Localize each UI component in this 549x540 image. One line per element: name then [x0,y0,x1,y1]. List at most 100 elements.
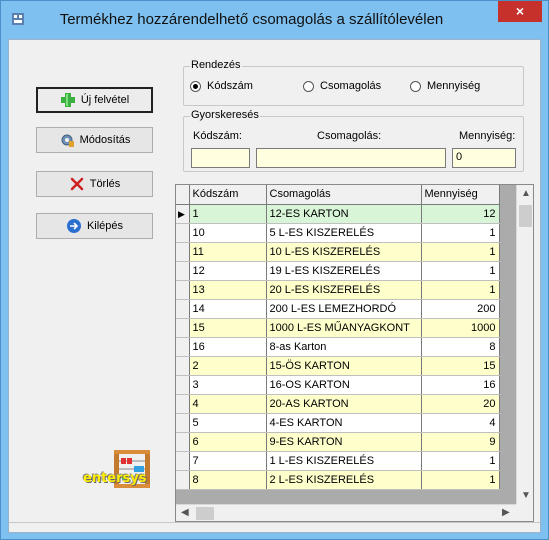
cell-kodszam[interactable]: 12 [189,261,267,281]
sort-option-csomagolas[interactable]: Csomagolás [303,80,381,92]
row-indicator[interactable] [176,375,190,395]
cell-csomagolas[interactable]: 15-ÖS KARTON [266,356,422,376]
cell-csomagolas[interactable]: 200 L-ES LEMEZHORDÓ [266,299,422,319]
cell-kodszam[interactable]: 11 [189,242,267,262]
new-record-button[interactable]: Új felvétel [36,87,153,113]
sort-group: Rendezés Kódszám Csomagolás Mennyiség [183,59,524,106]
cell-csomagolas[interactable]: 1 L-ES KISZERELÉS [266,451,422,471]
cell-mennyiseg[interactable]: 1000 [421,318,500,338]
close-button[interactable]: × [498,1,542,22]
table-row[interactable]: 13 20 L-ES KISZERELÉS 1 [176,280,500,300]
cell-kodszam[interactable]: 5 [189,413,267,433]
delete-button[interactable]: Törlés [36,171,153,197]
table-row[interactable]: 82 L-ES KISZERELÉS 1 [176,470,500,490]
table-row[interactable]: 5 4-ES KARTON 4 [176,413,500,433]
row-indicator[interactable] [176,451,190,471]
cell-kodszam[interactable]: 4 [189,394,267,414]
menny-search-input[interactable]: 0 [452,148,516,168]
data-grid[interactable]: Kódszám Csomagolás Mennyiség ▶ 1 12-ES KAR… [175,184,534,522]
table-row[interactable]: ▶ 1 12-ES KARTON 12 [176,204,500,224]
row-indicator[interactable] [176,432,190,452]
cell-csomagolas[interactable]: 20-AS KARTON [266,394,422,414]
row-indicator[interactable]: ▶ [176,204,190,224]
cell-mennyiseg[interactable]: 1 [421,451,500,471]
table-row[interactable]: 12 19 L-ES KISZERELÉS 1 [176,261,500,281]
cell-csomagolas[interactable]: 9-ES KARTON [266,432,422,452]
vertical-scroll-thumb[interactable] [519,205,532,227]
table-row[interactable]: 15 1000 L-ES MŰANYAGKONT 1000 [176,318,500,338]
cell-kodszam[interactable]: 10 [189,223,267,243]
modify-button[interactable]: Módosítás [36,127,153,153]
cell-kodszam[interactable]: 2 [189,356,267,376]
cell-mennyiseg[interactable]: 1 [421,470,500,490]
row-indicator[interactable] [176,470,190,490]
row-indicator[interactable] [176,337,190,357]
column-header-mennyiseg[interactable]: Mennyiség [421,185,500,205]
cell-csomagolas[interactable]: 16-OS KARTON [266,375,422,395]
cell-mennyiseg[interactable]: 1 [421,242,500,262]
cell-csomagolas[interactable]: 20 L-ES KISZERELÉS [266,280,422,300]
cell-csomagolas[interactable]: 19 L-ES KISZERELÉS [266,261,422,281]
table-row[interactable]: 14 200 L-ES LEMEZHORDÓ 200 [176,299,500,319]
table-row[interactable]: 16 8-as Karton 8 [176,337,500,357]
cell-csomagolas[interactable]: 8-as Karton [266,337,422,357]
vertical-scrollbar[interactable]: ▲ ▼ [516,185,533,505]
table-row[interactable]: 2 15-ÖS KARTON 15 [176,356,500,376]
table-row[interactable]: 11 10 L-ES KISZERELÉS 1 [176,242,500,262]
sort-option-mennyiseg[interactable]: Mennyiség [410,80,480,92]
table-row[interactable]: 10 5 L-ES KISZERELÉS 1 [176,223,500,243]
cell-csomagolas[interactable]: 1000 L-ES MŰANYAGKONT [266,318,422,338]
cell-mennyiseg[interactable]: 1 [421,280,500,300]
sort-option-kodszam[interactable]: Kódszám [190,80,253,92]
table-row[interactable]: 6 9-ES KARTON 9 [176,432,500,452]
kod-search-input[interactable] [191,148,250,168]
row-indicator[interactable] [176,242,190,262]
cell-kodszam[interactable]: 8 [189,470,267,490]
cso-search-input[interactable] [256,148,446,168]
cell-mennyiseg[interactable]: 12 [421,204,500,224]
cell-kodszam[interactable]: 6 [189,432,267,452]
cell-mennyiseg[interactable]: 4 [421,413,500,433]
cell-kodszam[interactable]: 1 [189,204,267,224]
cell-mennyiseg[interactable]: 1 [421,223,500,243]
scroll-down-arrow-icon[interactable]: ▼ [521,490,531,501]
cell-csomagolas[interactable]: 2 L-ES KISZERELÉS [266,470,422,490]
horizontal-scroll-thumb[interactable] [196,507,214,520]
exit-button[interactable]: Kilépés [36,213,153,239]
cell-mennyiseg[interactable]: 20 [421,394,500,414]
row-indicator[interactable] [176,223,190,243]
title-bar[interactable]: Termékhez hozzárendelhető csomagolás a s… [1,1,548,39]
table-row[interactable]: 4 20-AS KARTON 20 [176,394,500,414]
column-header-kodszam[interactable]: Kódszám [189,185,267,205]
cell-csomagolas[interactable]: 4-ES KARTON [266,413,422,433]
row-indicator[interactable] [176,356,190,376]
cell-mennyiseg[interactable]: 9 [421,432,500,452]
row-indicator[interactable] [176,413,190,433]
row-indicator[interactable] [176,280,190,300]
row-indicator[interactable] [176,261,190,281]
scroll-up-arrow-icon[interactable]: ▲ [521,188,531,199]
cell-kodszam[interactable]: 3 [189,375,267,395]
cell-kodszam[interactable]: 16 [189,337,267,357]
row-indicator[interactable] [176,299,190,319]
cell-mennyiseg[interactable]: 15 [421,356,500,376]
cell-csomagolas[interactable]: 12-ES KARTON [266,204,422,224]
row-indicator[interactable] [176,318,190,338]
table-row[interactable]: 3 16-OS KARTON 16 [176,375,500,395]
column-header-csomagolas[interactable]: Csomagolás [266,185,422,205]
cell-kodszam[interactable]: 14 [189,299,267,319]
row-indicator[interactable] [176,394,190,414]
cell-kodszam[interactable]: 15 [189,318,267,338]
cell-mennyiseg[interactable]: 1 [421,261,500,281]
cell-csomagolas[interactable]: 10 L-ES KISZERELÉS [266,242,422,262]
cell-mennyiseg[interactable]: 8 [421,337,500,357]
cell-mennyiseg[interactable]: 200 [421,299,500,319]
cell-kodszam[interactable]: 13 [189,280,267,300]
horizontal-scrollbar[interactable]: ◀ ▶ [176,504,518,521]
table-row[interactable]: 71 L-ES KISZERELÉS 1 [176,451,500,471]
cell-mennyiseg[interactable]: 16 [421,375,500,395]
cell-csomagolas[interactable]: 5 L-ES KISZERELÉS [266,223,422,243]
scroll-right-arrow-icon[interactable]: ▶ [502,507,510,518]
cell-kodszam[interactable]: 7 [189,451,267,471]
scroll-left-arrow-icon[interactable]: ◀ [181,507,189,518]
